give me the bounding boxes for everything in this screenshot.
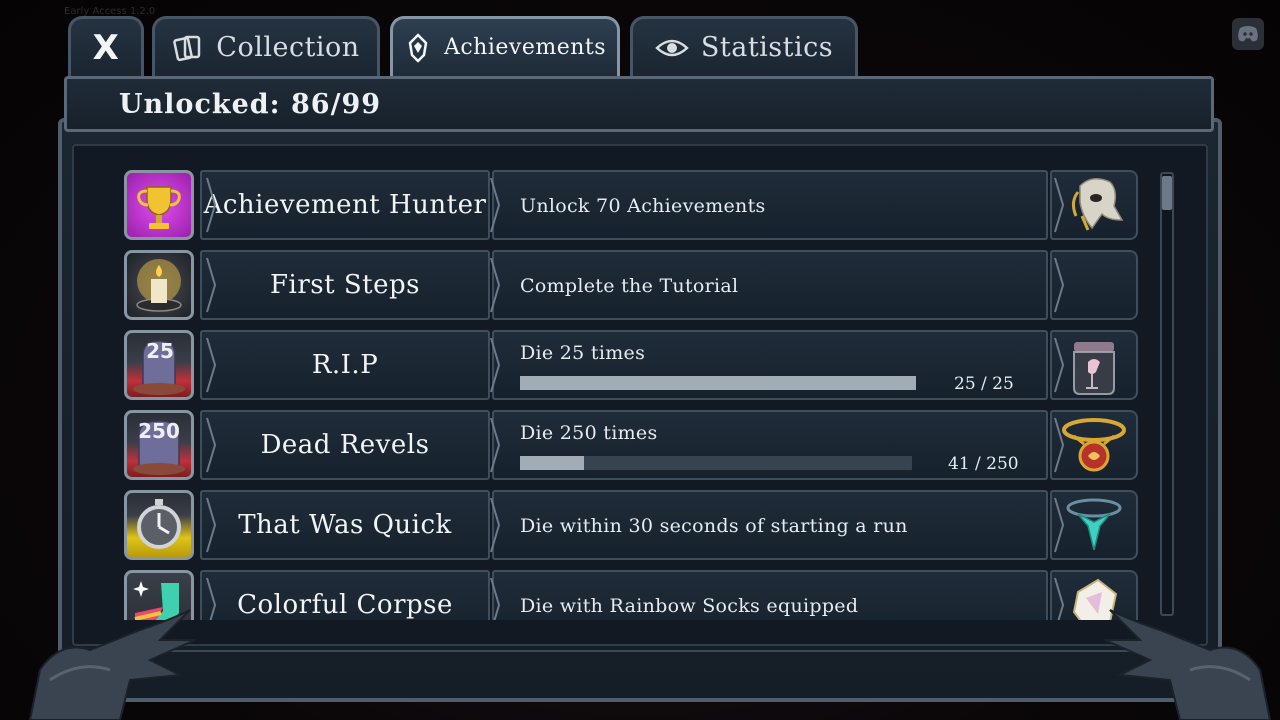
progress-fill — [520, 376, 916, 390]
tombstone-badge: 250 — [138, 419, 180, 443]
cards-icon — [172, 32, 204, 64]
achievement-row[interactable]: 250 Dead Revels Die 250 times 41 / 250 — [124, 408, 1140, 482]
achievement-name: Achievement Hunter — [200, 170, 490, 240]
close-label: X — [92, 27, 120, 68]
achievement-name: R.I.P — [200, 330, 490, 400]
unlocked-count: Unlocked: 86/99 — [119, 89, 382, 120]
tab-statistics[interactable]: Statistics — [630, 16, 858, 76]
achievement-name: First Steps — [200, 250, 490, 320]
achievement-list[interactable]: Achievement Hunter Unlock 70 Achievement… — [124, 166, 1140, 620]
achievement-description: Die with Rainbow Socks equipped — [520, 595, 859, 617]
progress-bar — [520, 376, 916, 390]
achievement-description: Unlock 70 Achievements — [520, 195, 766, 217]
achievement-row[interactable]: Achievement Hunter Unlock 70 Achievement… — [124, 168, 1140, 242]
unlocked-header: Unlocked: 86/99 — [64, 76, 1214, 132]
tombstone-badge: 25 — [146, 339, 174, 363]
achievement-description: Die within 30 seconds of starting a run — [520, 515, 908, 537]
progress-count: 41 / 250 — [948, 454, 1019, 474]
achievement-description-box: Die within 30 seconds of starting a run — [492, 490, 1048, 560]
achievement-description-box: Die 250 times 41 / 250 — [492, 410, 1048, 480]
achievement-icon — [404, 32, 432, 63]
progress-count: 25 / 25 — [954, 374, 1014, 394]
candle-icon — [124, 250, 194, 320]
close-button[interactable]: X — [68, 16, 144, 76]
right-claw-decoration — [1104, 609, 1272, 720]
achievement-row[interactable]: That Was Quick Die within 30 seconds of … — [124, 488, 1140, 562]
tab-collection-label: Collection — [216, 32, 360, 63]
achievement-name: That Was Quick — [200, 490, 490, 560]
achievement-name: Dead Revels — [200, 410, 490, 480]
tab-achievements[interactable]: Achievements — [390, 16, 620, 76]
left-claw-decoration — [28, 609, 196, 720]
achievement-description: Die 250 times — [520, 422, 658, 444]
achievement-name: Colorful Corpse — [200, 570, 490, 620]
stopwatch-icon — [124, 490, 194, 560]
achievement-row[interactable]: First Steps Complete the Tutorial — [124, 248, 1140, 322]
discord-icon[interactable] — [1232, 18, 1264, 50]
achievement-description-box: Unlock 70 Achievements — [492, 170, 1048, 240]
achievement-description-box: Complete the Tutorial — [492, 250, 1048, 320]
achievement-description: Die 25 times — [520, 342, 646, 364]
scrollbar-thumb[interactable] — [1162, 176, 1172, 210]
tombstone-icon: 250 — [124, 410, 194, 480]
tab-statistics-label: Statistics — [700, 32, 834, 63]
trophy-icon — [124, 170, 194, 240]
achievement-row[interactable]: Colorful Corpse Die with Rainbow Socks e… — [124, 568, 1140, 620]
tombstone-icon: 25 — [124, 330, 194, 400]
eye-icon — [655, 36, 689, 60]
progress-fill — [520, 456, 585, 470]
footer-divider — [72, 650, 1208, 652]
achievement-row[interactable]: 25 R.I.P Die 25 times 25 / 25 — [124, 328, 1140, 402]
tab-achievements-label: Achievements — [443, 35, 607, 60]
achievement-description: Complete the Tutorial — [520, 275, 739, 297]
tab-collection[interactable]: Collection — [152, 16, 380, 76]
scrollbar-track[interactable] — [1160, 172, 1174, 616]
progress-bar — [520, 456, 912, 470]
achievement-description-box: Die 25 times 25 / 25 — [492, 330, 1048, 400]
achievement-description-box: Die with Rainbow Socks equipped — [492, 570, 1048, 620]
